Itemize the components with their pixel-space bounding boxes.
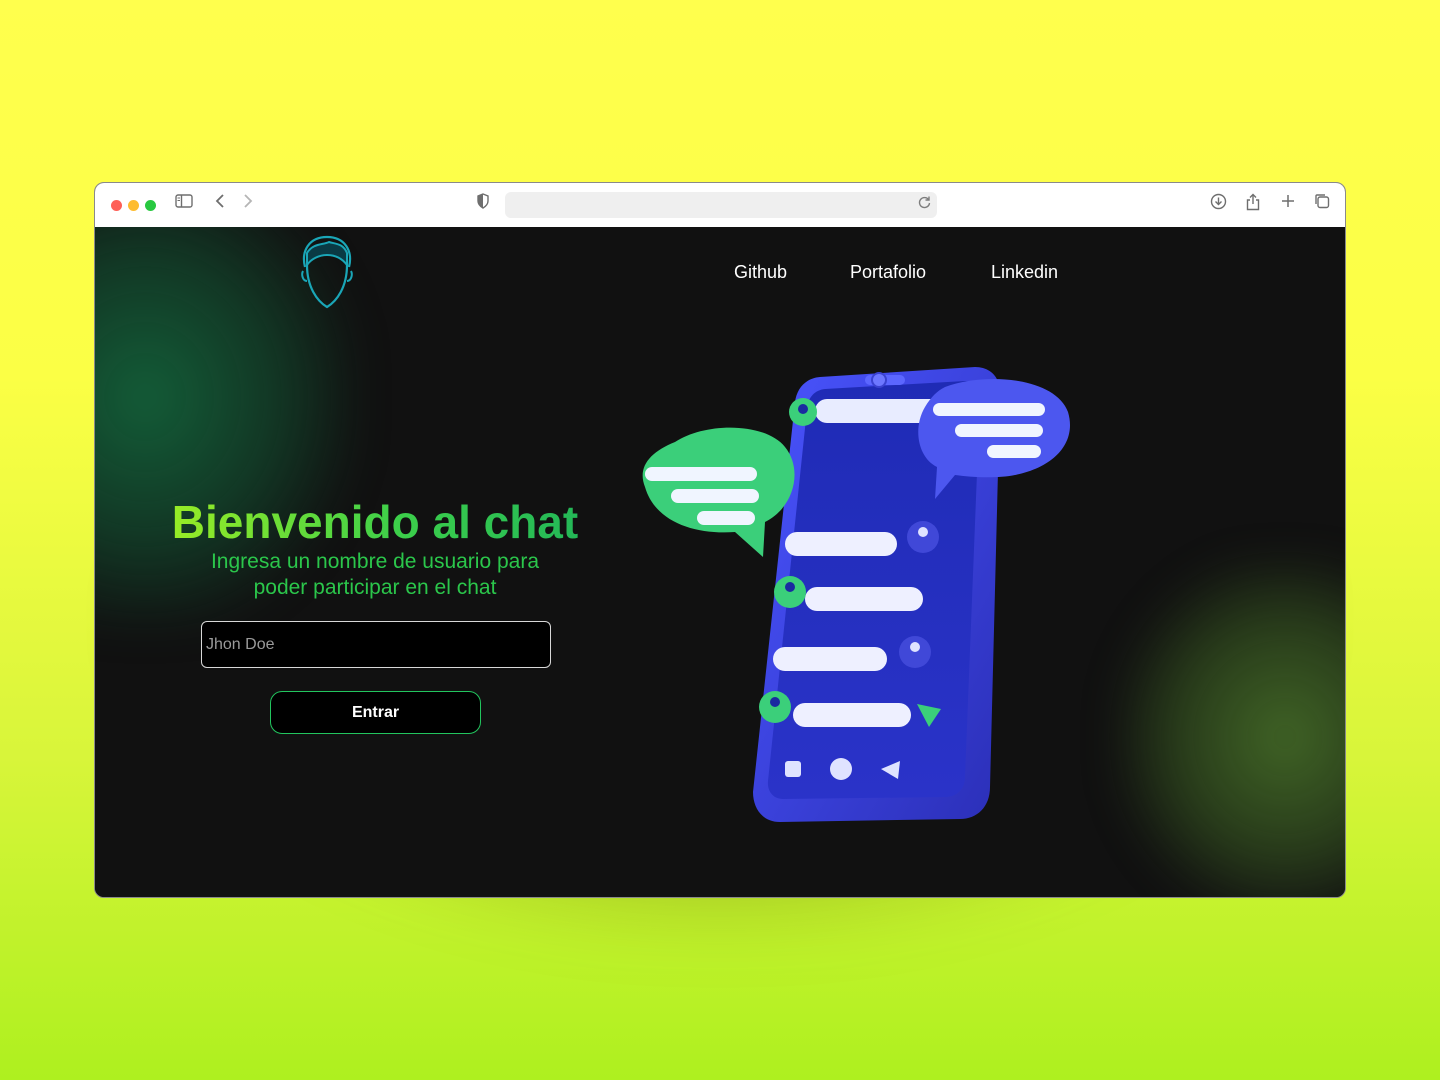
chat-landing-page: Github Portafolio Linkedin Bienvenido al…	[95, 227, 1345, 897]
hero-title: Bienvenido al chat	[135, 495, 615, 549]
nav-link-github[interactable]: Github	[734, 262, 787, 283]
back-icon[interactable]	[215, 193, 225, 216]
nav-link-portafolio[interactable]: Portafolio	[850, 262, 926, 283]
forward-icon[interactable]	[243, 193, 253, 216]
hero-section: Bienvenido al chat Ingresa un nombre de …	[135, 495, 615, 601]
shield-icon[interactable]	[477, 193, 489, 216]
tabs-overview-icon[interactable]	[1314, 193, 1330, 216]
hero-subtitle-line1: Ingresa un nombre de usuario para	[210, 550, 540, 573]
download-icon[interactable]	[1210, 193, 1227, 217]
browser-window: Github Portafolio Linkedin Bienvenido al…	[94, 182, 1346, 898]
minimize-window-button[interactable]	[128, 200, 139, 211]
reload-icon[interactable]	[918, 195, 931, 212]
share-icon[interactable]	[1246, 193, 1260, 218]
nav-link-linkedin[interactable]: Linkedin	[991, 262, 1058, 283]
enter-button[interactable]: Entrar	[270, 691, 481, 734]
avatar-logo-icon[interactable]	[295, 231, 359, 311]
chat-phone-illustration	[642, 367, 1071, 822]
zoom-window-button[interactable]	[145, 200, 156, 211]
sidebar-icon[interactable]	[175, 193, 193, 215]
address-bar[interactable]	[505, 192, 937, 218]
username-input[interactable]	[201, 621, 551, 668]
close-window-button[interactable]	[111, 200, 122, 211]
browser-toolbar	[95, 183, 1345, 228]
hero-subtitle-line2: poder participar en el chat	[253, 576, 497, 599]
green-glow-right	[1115, 557, 1345, 897]
new-tab-icon[interactable]	[1281, 193, 1295, 215]
